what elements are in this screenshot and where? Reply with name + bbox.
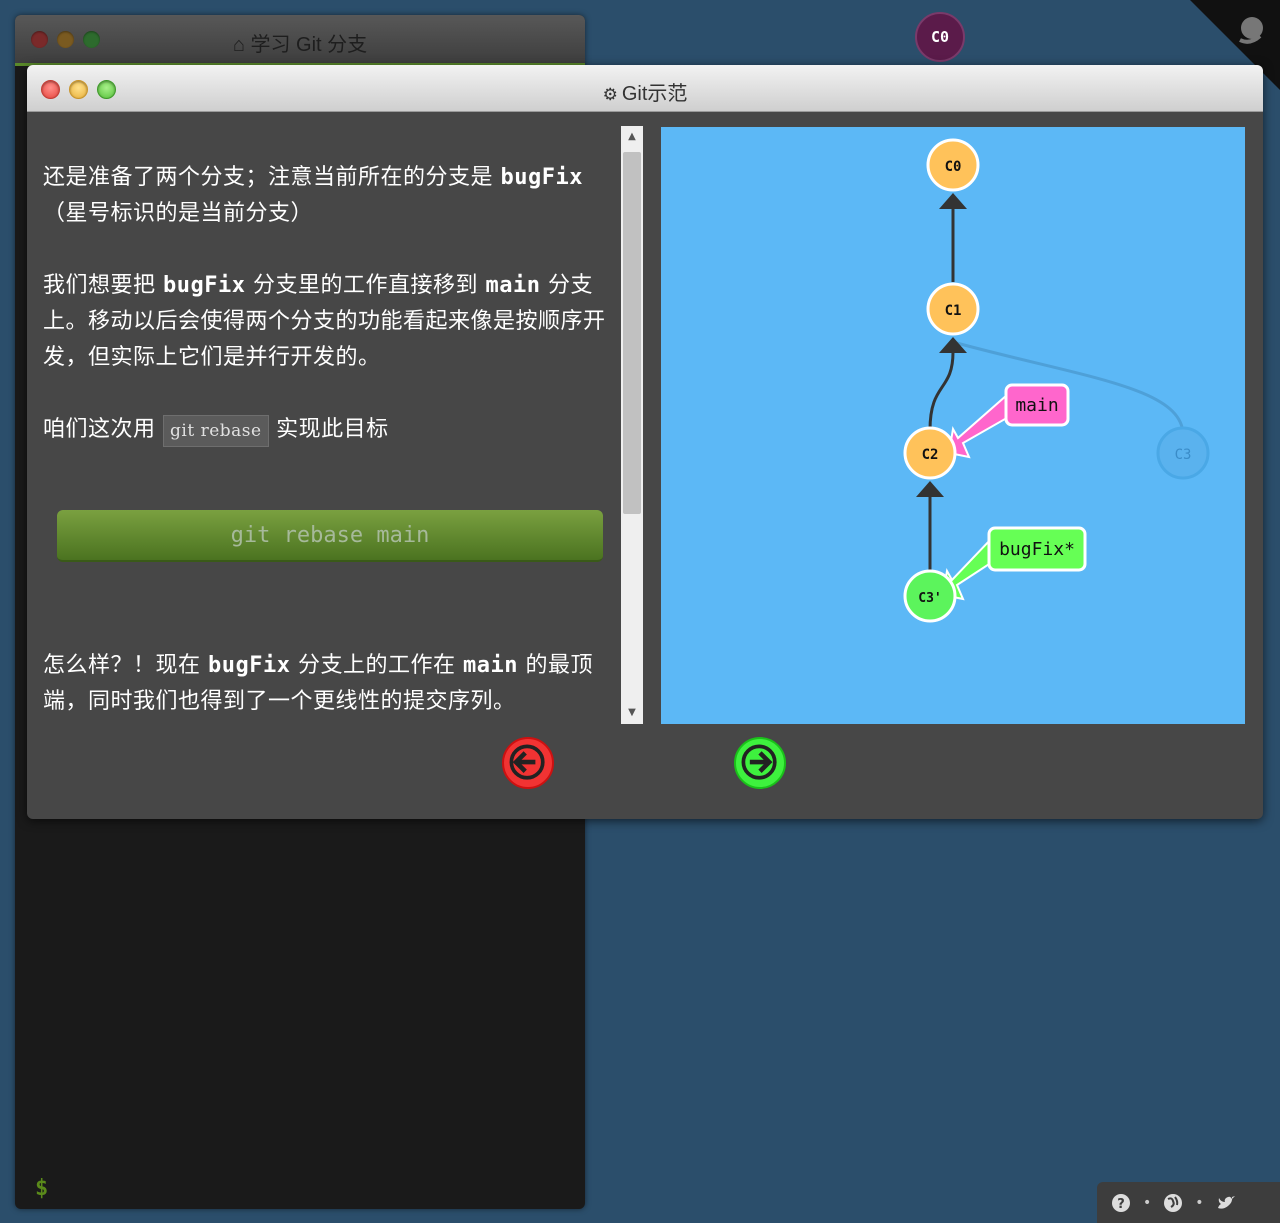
git-demo-dialog: ⚙ Git示范 还是准备了两个分支；注意当前所在的分支是 bugFix （星号标识的… [27, 65, 1263, 819]
twitter-icon[interactable] [1216, 1193, 1236, 1213]
commit-label-c2: C2 [922, 447, 939, 463]
git-graph-svg: main bugFix* C3 C0 C1 C2 C3' [903, 138, 1210, 623]
gear-icon: ⚙ [602, 85, 618, 104]
help-icon[interactable]: ? [1111, 1193, 1131, 1213]
scroll-down-icon[interactable]: ▼ [621, 702, 643, 724]
scroll-thumb[interactable] [623, 152, 641, 514]
tutorial-paragraph: 还是准备了两个分支；注意当前所在的分支是 bugFix （星号标识的是当前分支） [43, 165, 583, 226]
separator-dot: • [1195, 1194, 1204, 1211]
tutorial-paragraph: 怎么样？！现在 bugFix 分支上的工作在 main 的最顶端，同时我们也得到… [43, 653, 594, 714]
git-graph-visualization: main bugFix* C3 C0 C1 C2 C3' [661, 127, 1245, 724]
commit-label-c3-prime: C3' [918, 591, 941, 606]
arrow-left-icon [509, 744, 545, 780]
footer-widget: ? • • [1097, 1182, 1280, 1223]
terminal-title: ⌂ 学习 Git 分支 [232, 34, 368, 56]
main-branch-text: main [1015, 395, 1058, 416]
arrow-right-icon [741, 744, 777, 780]
background-commit-node: C0 [915, 12, 965, 62]
commit-label-c1: C1 [945, 303, 962, 319]
edge-arrowhead [916, 481, 944, 497]
code-chip: git rebase [163, 415, 269, 447]
commit-edge [928, 351, 955, 431]
bugfix-branch-text: bugFix* [999, 539, 1075, 560]
forward-button[interactable] [734, 737, 786, 789]
terminal-titlebar: ⌂ 学习 Git 分支 [15, 15, 585, 66]
commit-label-c3: C3 [1175, 447, 1192, 463]
text-scrollbar[interactable]: ▲ ▼ [621, 126, 643, 724]
commit-label-c0: C0 [945, 159, 962, 175]
run-command-button[interactable]: git rebase main [57, 510, 603, 562]
globe-icon[interactable] [1163, 1193, 1183, 1213]
tutorial-paragraph: 我们想要把 bugFix 分支里的工作直接移到 main 分支上。移动以后会使得… [43, 273, 606, 370]
dialog-title: ⚙ Git示范 [602, 83, 688, 105]
edge-arrowhead [939, 193, 967, 209]
back-button[interactable] [502, 737, 554, 789]
scroll-up-icon[interactable]: ▲ [621, 126, 643, 148]
tutorial-paragraph: 咱们这次用 git rebase 实现此目标 [43, 412, 619, 448]
separator-dot: • [1143, 1194, 1152, 1211]
command-prompt[interactable]: $ [35, 1176, 48, 1201]
tutorial-text-pane[interactable]: 还是准备了两个分支；注意当前所在的分支是 bugFix （星号标识的是当前分支） … [27, 125, 623, 726]
svg-text:?: ? [1117, 1197, 1125, 1212]
dialog-titlebar: ⚙ Git示范 [27, 65, 1263, 112]
home-icon: ⌂ [232, 34, 245, 56]
